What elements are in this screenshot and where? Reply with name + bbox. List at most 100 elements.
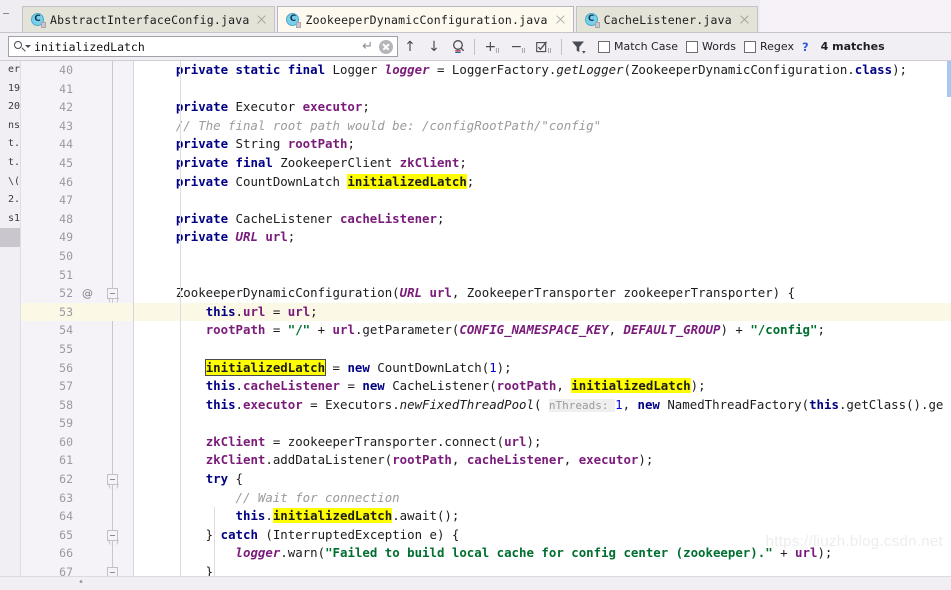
- code-line[interactable]: [134, 340, 951, 359]
- code-line[interactable]: private final ZookeeperClient zkClient;: [134, 154, 951, 173]
- code-line[interactable]: private URL url;: [134, 228, 951, 247]
- code-line[interactable]: } catch (InterruptedException e) {: [134, 526, 951, 545]
- code-line[interactable]: initializedLatch = new CountDownLatch(1)…: [134, 358, 951, 378]
- project-tree-row[interactable]: [0, 303, 20, 322]
- project-tree-row[interactable]: .t: [0, 154, 20, 173]
- code-content[interactable]: private static final Logger logger = Log…: [134, 61, 951, 576]
- gutter-row[interactable]: 44: [21, 135, 133, 154]
- gutter-row[interactable]: 47: [21, 191, 133, 210]
- gutter-row[interactable]: 62: [21, 470, 133, 489]
- gutter-row[interactable]: 53: [21, 302, 133, 322]
- project-tree-row[interactable]: 19: [0, 80, 20, 99]
- code-line[interactable]: private String rootPath;: [134, 135, 951, 154]
- add-occurrence-icon[interactable]: + II: [479, 36, 505, 58]
- clear-icon[interactable]: [379, 39, 393, 54]
- gutter-row[interactable]: 49: [21, 228, 133, 247]
- editor-tab-abstractinterfaceconfig[interactable]: C AbstractInterfaceConfig.java: [22, 6, 276, 32]
- code-line[interactable]: [134, 247, 951, 266]
- project-tree-row[interactable]: )\: [0, 173, 20, 192]
- gutter-row[interactable]: 45: [21, 154, 133, 173]
- project-tree-row[interactable]: .2: [0, 191, 20, 210]
- gutter-row[interactable]: 51: [21, 266, 133, 285]
- gutter-row[interactable]: 48: [21, 210, 133, 229]
- gutter-row[interactable]: 60: [21, 433, 133, 452]
- words-checkbox[interactable]: Words: [685, 40, 736, 53]
- annotation-icon[interactable]: @: [81, 287, 94, 300]
- editor-tab-zookeeperdynamicconfiguration[interactable]: C ZookeeperDynamicConfiguration.java: [277, 6, 574, 32]
- code-line[interactable]: [134, 414, 951, 433]
- code-line[interactable]: this.cacheListener = new CacheListener(r…: [134, 377, 951, 396]
- code-fold-icon[interactable]: [107, 567, 118, 576]
- code-line[interactable]: // The final root path would be: /config…: [134, 117, 951, 136]
- remove-occurrence-icon[interactable]: − II: [505, 36, 531, 58]
- code-line[interactable]: this.url = url;: [134, 302, 951, 322]
- regex-checkbox[interactable]: Regex: [744, 40, 794, 53]
- code-fold-icon[interactable]: [107, 474, 118, 486]
- checkbox-box[interactable]: [685, 40, 698, 53]
- code-line[interactable]: [134, 80, 951, 99]
- find-all-icon[interactable]: [446, 36, 470, 58]
- code-line[interactable]: zkClient.addDataListener(rootPath, cache…: [134, 451, 951, 470]
- code-line[interactable]: this.executor = Executors.newFixedThread…: [134, 396, 951, 415]
- code-line[interactable]: zkClient = zookeeperTransporter.connect(…: [134, 433, 951, 452]
- code-line[interactable]: private static final Logger logger = Log…: [134, 61, 951, 80]
- code-line[interactable]: [134, 191, 951, 210]
- code-line[interactable]: try {: [134, 470, 951, 489]
- code-line[interactable]: [134, 266, 951, 285]
- gutter-row[interactable]: 43: [21, 117, 133, 136]
- select-all-occurrences-icon[interactable]: II: [531, 36, 557, 58]
- code-line[interactable]: this.initializedLatch.await();: [134, 507, 951, 526]
- gutter-row[interactable]: 42: [21, 98, 133, 117]
- project-tree-row[interactable]: s1: [0, 210, 20, 229]
- gutter-row[interactable]: 52 @: [21, 284, 133, 303]
- project-tool-window-edge[interactable]: er 19 20 ns .t .t)\ .2 s1: [0, 61, 21, 576]
- gutter-row[interactable]: 57: [21, 377, 133, 396]
- close-icon[interactable]: [255, 13, 268, 26]
- find-previous-icon[interactable]: ↑: [398, 36, 422, 58]
- code-line[interactable]: }: [134, 563, 951, 576]
- gutter-row[interactable]: 46: [21, 173, 133, 192]
- code-line[interactable]: // Wait for connection: [134, 489, 951, 508]
- find-next-icon[interactable]: ↓: [422, 36, 446, 58]
- project-tree-row[interactable]: ns: [0, 117, 20, 136]
- project-tree-row[interactable]: .t: [0, 135, 20, 154]
- gutter-row[interactable]: 55: [21, 340, 133, 359]
- gutter-row[interactable]: 50: [21, 247, 133, 266]
- checkbox-box[interactable]: [744, 40, 756, 53]
- gutter-row[interactable]: 56: [21, 359, 133, 378]
- project-tree-row[interactable]: er: [0, 61, 20, 80]
- project-tree-row[interactable]: [0, 247, 20, 266]
- checkbox-box[interactable]: [598, 40, 610, 53]
- code-line[interactable]: private CountDownLatch initializedLatch;: [134, 173, 951, 192]
- project-tree-row[interactable]: [0, 284, 20, 303]
- gutter-row[interactable]: 63: [21, 489, 133, 508]
- gutter-row[interactable]: 61: [21, 451, 133, 470]
- gutter-row[interactable]: 67: [21, 563, 133, 576]
- project-tree-row[interactable]: [0, 228, 20, 247]
- code-line[interactable]: private Executor executor;: [134, 98, 951, 117]
- gutter-row[interactable]: 59: [21, 414, 133, 433]
- code-line[interactable]: private CacheListener cacheListener;: [134, 210, 951, 229]
- editor-tab-cachelistener[interactable]: C CacheListener.java: [575, 6, 758, 32]
- close-icon[interactable]: [738, 13, 751, 26]
- editor-gutter[interactable]: 40 41 42 43 44 45 46 47 48 49 50 51 52 @53 54 55 56 57 58 5…: [21, 61, 134, 576]
- gutter-row[interactable]: 58: [21, 396, 133, 415]
- filter-icon[interactable]: [566, 36, 590, 58]
- match-case-checkbox[interactable]: Match Case: [598, 40, 678, 53]
- search-icon[interactable]: [13, 39, 31, 54]
- gutter-row[interactable]: 65: [21, 526, 133, 545]
- project-tree-row[interactable]: [0, 266, 20, 285]
- gutter-row[interactable]: 41: [21, 80, 133, 99]
- search-input[interactable]: [34, 38, 361, 55]
- code-line[interactable]: ZookeeperDynamicConfiguration(URL url, Z…: [134, 284, 951, 303]
- code-line[interactable]: logger.warn("Failed to build local cache…: [134, 544, 951, 563]
- gutter-row[interactable]: 64: [21, 507, 133, 526]
- code-fold-icon[interactable]: [107, 288, 118, 300]
- gutter-row[interactable]: 66: [21, 544, 133, 563]
- project-tree-row[interactable]: [0, 321, 20, 340]
- code-line[interactable]: rootPath = "/" + url.getParameter(CONFIG…: [134, 321, 951, 340]
- gutter-row[interactable]: 54: [21, 321, 133, 340]
- search-field-container[interactable]: ↵: [8, 36, 398, 57]
- code-fold-icon[interactable]: [107, 529, 118, 541]
- help-icon[interactable]: ?: [802, 40, 809, 54]
